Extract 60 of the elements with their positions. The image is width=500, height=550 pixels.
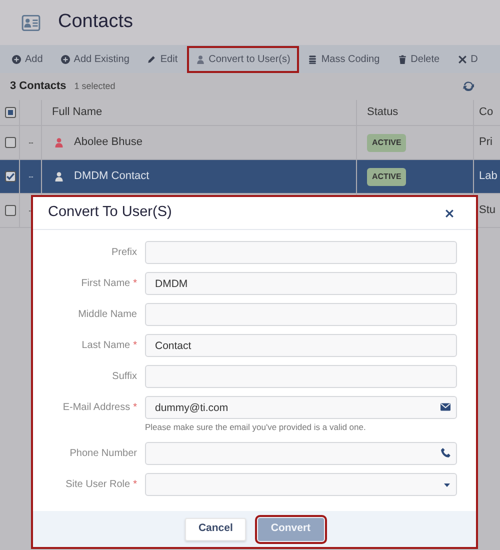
phone-icon (441, 448, 451, 458)
plus-icon (60, 54, 70, 64)
person-icon (54, 137, 64, 148)
toolbar-button[interactable]: Edit (138, 46, 187, 72)
dialog-title: Convert To User(S) (48, 204, 172, 222)
field-label: E-Mail Address (62, 401, 130, 415)
table-cell-text: Pri (479, 135, 492, 150)
toolbar-button[interactable]: Mass Coding (299, 46, 389, 72)
field-label: Prefix (111, 246, 137, 260)
field-label: Phone Number (70, 446, 137, 461)
field-label: Last Name (82, 339, 130, 353)
toolbar-button[interactable]: Add Existing (52, 46, 138, 72)
column-header[interactable]: Full Name (52, 104, 102, 121)
input-field[interactable] (145, 365, 457, 388)
table-cell-text: Stu (479, 203, 496, 218)
required-marker: * (133, 339, 137, 353)
required-marker: * (133, 401, 137, 415)
field-label: First Name (81, 277, 130, 291)
row-checkbox[interactable] (5, 205, 16, 216)
toolbar-button[interactable]: Delete (388, 46, 449, 72)
input-field[interactable] (145, 241, 457, 264)
contact-name: Abolee Bhuse (74, 135, 142, 150)
status-badge: ACTIVE (367, 168, 406, 186)
trash-icon (398, 54, 407, 64)
toolbar-button[interactable]: Add (0, 46, 52, 72)
table-cell-text: Lab (479, 169, 498, 184)
row-checkbox[interactable] (5, 137, 16, 148)
help-text: Please make sure the email you've provided is a valid one. (145, 421, 367, 434)
pencil-icon (147, 54, 156, 64)
plus-icon (12, 54, 21, 64)
select-all-checkbox[interactable] (5, 107, 16, 118)
close-icon[interactable] (445, 208, 454, 218)
contact-count: 3 Contacts (10, 79, 66, 94)
person-icon (54, 171, 64, 182)
close-icon (458, 54, 467, 64)
input-field[interactable] (145, 442, 457, 465)
row-checkbox[interactable] (5, 171, 16, 182)
cancel-button[interactable]: Cancel (185, 518, 246, 540)
contact-name: DMDM Contact (74, 169, 150, 184)
input-field[interactable]: DMDM (145, 272, 457, 295)
refresh-icon[interactable] (463, 81, 474, 92)
user-icon (196, 54, 205, 64)
field-label: Middle Name (78, 308, 137, 322)
column-header[interactable]: Status (367, 104, 398, 121)
selection-count: 1 selected (74, 80, 116, 93)
toolbar-button[interactable]: Convert to User(s) (186, 46, 300, 72)
input-field[interactable] (145, 303, 457, 326)
required-marker: * (133, 277, 137, 291)
contact-card-icon (20, 14, 42, 32)
input-field[interactable]: Contact (145, 334, 457, 357)
field-label: Site User Role (66, 478, 130, 492)
field-label: Suffix (112, 370, 137, 384)
database-icon (308, 54, 318, 64)
column-header[interactable]: Co (479, 104, 494, 121)
toolbar-button[interactable]: D (448, 46, 487, 72)
required-marker: * (133, 478, 137, 492)
status-badge: ACTIVE (367, 134, 406, 152)
input-field[interactable]: dummy@ti.com (145, 396, 457, 419)
page-title: Contacts (58, 11, 133, 34)
caret-icon (443, 480, 451, 489)
